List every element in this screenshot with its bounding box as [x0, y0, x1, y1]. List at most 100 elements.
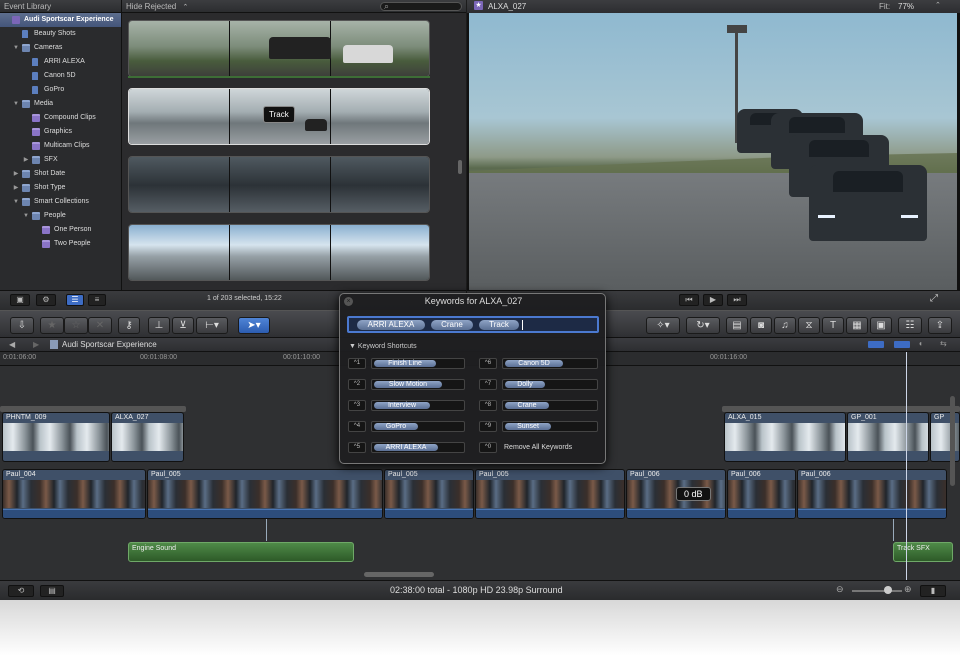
- solo-icon[interactable]: ◖: [918, 339, 923, 348]
- video-clip[interactable]: ALXA_015: [724, 412, 846, 462]
- clip-skimming-icon[interactable]: [868, 341, 884, 348]
- timeline-vertical-scrollbar[interactable]: [950, 396, 955, 486]
- browser-search-field[interactable]: ⌕: [380, 1, 462, 11]
- audio-clip[interactable]: Engine Sound: [128, 542, 354, 562]
- filter-popup[interactable]: Hide Rejected: [126, 2, 176, 11]
- timeline-index-button[interactable]: ⟲: [8, 585, 34, 597]
- shortcut-field[interactable]: GoPro: [371, 421, 465, 432]
- shortcut-field[interactable]: Dolly: [502, 379, 598, 390]
- video-clip[interactable]: GP: [930, 412, 960, 462]
- video-clip[interactable]: GP_001: [847, 412, 929, 462]
- zoom-in-icon[interactable]: ⊕: [904, 584, 912, 595]
- inspector-button[interactable]: ☷: [898, 317, 922, 334]
- zoom-popup[interactable]: 77%: [898, 2, 914, 11]
- disclosure-open-icon[interactable]: ▼: [12, 97, 20, 111]
- generators-browser-button[interactable]: ▦: [846, 317, 868, 334]
- favorite-button[interactable]: ★: [40, 317, 64, 334]
- zoom-popup-arrows-icon[interactable]: ⌃: [935, 1, 941, 9]
- append-clip-button[interactable]: ⊢▾: [196, 317, 228, 334]
- back-arrow-icon[interactable]: ◀: [9, 340, 15, 349]
- browser-scrollbar[interactable]: [458, 160, 462, 174]
- shortcut-field[interactable]: Slow Motion: [371, 379, 465, 390]
- shortcut-field[interactable]: Crane: [502, 400, 598, 411]
- keyword-shortcuts-disclosure[interactable]: ▼ Keyword Shortcuts: [349, 343, 417, 350]
- music-browser-button[interactable]: ♫: [774, 317, 796, 334]
- library-item[interactable]: Compound Clips: [0, 111, 121, 125]
- remove-all-keywords-label[interactable]: Remove All Keywords: [504, 444, 572, 451]
- unrate-button[interactable]: ☆: [64, 317, 88, 334]
- audio-meters-button[interactable]: ▤: [40, 585, 64, 597]
- library-item[interactable]: One Person: [0, 223, 121, 237]
- zoom-slider[interactable]: [852, 590, 902, 592]
- shortcut-field[interactable]: Finish Line: [371, 358, 465, 369]
- video-clip[interactable]: PHNTM_009: [2, 412, 110, 462]
- fullscreen-icon[interactable]: ⤢: [930, 293, 938, 304]
- library-item[interactable]: ▼ People: [0, 209, 121, 223]
- library-item[interactable]: ▼ Media: [0, 97, 121, 111]
- filmstrip-view-button[interactable]: ☰: [66, 294, 84, 306]
- shortcut-field[interactable]: Sunset: [502, 421, 598, 432]
- library-item[interactable]: Two People: [0, 237, 121, 251]
- disclosure-open-icon[interactable]: ▼: [12, 195, 20, 209]
- filmstrip-clip[interactable]: [128, 20, 430, 77]
- library-item[interactable]: ▼ Cameras: [0, 41, 121, 55]
- keyword-editor-button[interactable]: ⚷: [118, 317, 140, 334]
- primary-storyline-clip[interactable]: Paul_006: [797, 469, 947, 519]
- connect-clip-button[interactable]: ⊥: [148, 317, 170, 334]
- library-item[interactable]: ▶ SFX: [0, 153, 121, 167]
- share-button[interactable]: ⇪: [928, 317, 952, 334]
- previous-edit-button[interactable]: ⏮: [679, 294, 699, 306]
- import-button[interactable]: ⇩: [10, 317, 34, 334]
- disclosure-open-icon[interactable]: ▼: [12, 41, 20, 55]
- enhance-button[interactable]: ✧▾: [646, 317, 680, 334]
- filter-popup-arrows-icon[interactable]: ⌃: [182, 4, 188, 11]
- transitions-browser-button[interactable]: ⧖: [798, 317, 820, 334]
- disclosure-open-icon[interactable]: ▼: [22, 209, 30, 223]
- video-clip[interactable]: ALXA_027: [111, 412, 184, 462]
- reject-button[interactable]: ✕: [88, 317, 112, 334]
- library-item[interactable]: Graphics: [0, 125, 121, 139]
- library-item[interactable]: Multicam Clips: [0, 139, 121, 153]
- shortcut-field[interactable]: ARRI ALEXA: [371, 442, 465, 453]
- themes-browser-button[interactable]: ▣: [870, 317, 892, 334]
- audio-skimming-icon[interactable]: [894, 341, 910, 348]
- primary-storyline-clip[interactable]: Paul_004: [2, 469, 146, 519]
- photo-browser-button[interactable]: ◙: [750, 317, 772, 334]
- disclosure-closed-icon[interactable]: ▶: [12, 167, 20, 181]
- retime-button[interactable]: ↻▾: [686, 317, 720, 334]
- shortcut-field[interactable]: Canon 5D: [502, 358, 598, 369]
- shortcut-field[interactable]: Interview: [371, 400, 465, 411]
- zoom-out-icon[interactable]: ⊖: [836, 584, 844, 595]
- keyword-token[interactable]: Crane: [431, 320, 473, 330]
- library-item[interactable]: GoPro: [0, 83, 121, 97]
- library-toggle-button[interactable]: ▣: [10, 294, 30, 306]
- library-item[interactable]: ▶ Shot Type: [0, 181, 121, 195]
- primary-storyline-clip[interactable]: Paul_005: [384, 469, 474, 519]
- action-gear-icon[interactable]: ⚙: [36, 294, 56, 306]
- filmstrip-clip[interactable]: [128, 156, 430, 213]
- zoom-slider-knob[interactable]: [884, 586, 892, 594]
- clip-appearance-button[interactable]: ▮: [920, 585, 946, 597]
- select-tool-button[interactable]: ➤▾: [238, 317, 270, 334]
- primary-storyline-clip[interactable]: Paul_006: [727, 469, 796, 519]
- library-item[interactable]: Audi Sportscar Experience: [0, 13, 121, 27]
- library-item[interactable]: Beauty Shots: [0, 27, 121, 41]
- next-edit-button[interactable]: ⏭: [727, 294, 747, 306]
- disclosure-closed-icon[interactable]: ▶: [22, 153, 30, 167]
- filmstrip-clip[interactable]: [128, 224, 430, 281]
- titles-browser-button[interactable]: T: [822, 317, 844, 334]
- library-item[interactable]: Canon 5D: [0, 69, 121, 83]
- forward-arrow-icon[interactable]: ▶: [33, 340, 39, 349]
- keyword-token[interactable]: Track: [479, 320, 519, 330]
- audio-clip[interactable]: Track SFX: [893, 542, 953, 562]
- library-item[interactable]: ARRI ALEXA: [0, 55, 121, 69]
- keyword-token-field[interactable]: ARRI ALEXA Crane Track: [347, 316, 599, 333]
- snapping-icon[interactable]: ⇆: [940, 339, 947, 348]
- timeline-scrollbar[interactable]: [364, 572, 434, 577]
- keyword-token[interactable]: ARRI ALEXA: [357, 320, 425, 330]
- media-browser-button[interactable]: ▤: [726, 317, 748, 334]
- list-view-button[interactable]: ≡: [88, 294, 106, 306]
- primary-storyline-clip[interactable]: Paul_005: [147, 469, 383, 519]
- playhead[interactable]: [906, 352, 907, 580]
- play-button[interactable]: ▶: [703, 294, 723, 306]
